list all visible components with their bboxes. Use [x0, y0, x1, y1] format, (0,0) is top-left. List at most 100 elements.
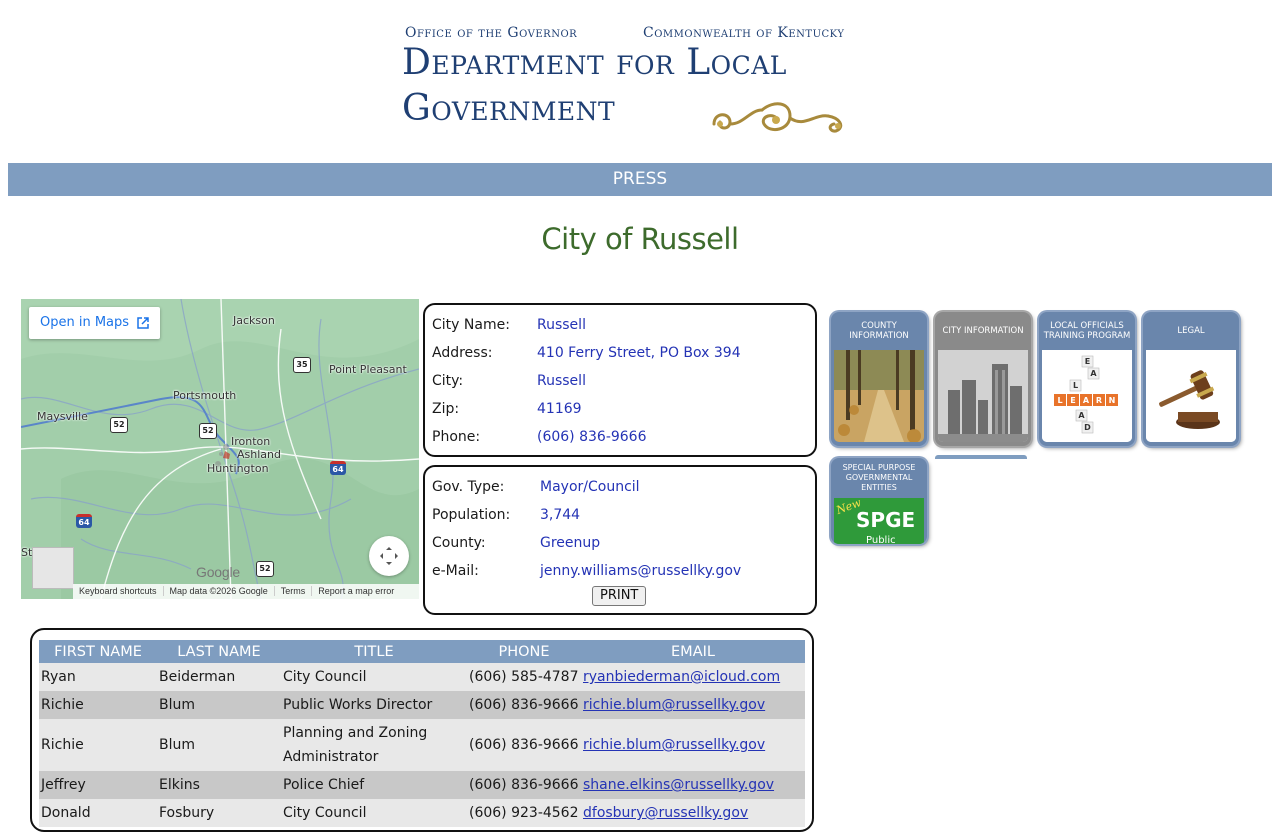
address-label: Address:: [432, 345, 493, 361]
training-program-tile[interactable]: LOCAL OFFICIALS TRAINING PROGRAM LEARN E…: [1039, 312, 1135, 446]
last-name-cell: Elkins: [157, 771, 281, 799]
header-email: EMAIL: [581, 640, 805, 663]
email-value[interactable]: jenny.williams@russellky.gov: [540, 563, 741, 579]
department-title-line2[interactable]: Government: [402, 88, 615, 129]
gov-type-value: Mayor/Council: [540, 479, 640, 495]
terms-link[interactable]: Terms: [274, 586, 313, 596]
email-link[interactable]: richie.blum@russellky.gov: [583, 737, 765, 753]
phone-cell: (606) 836-9666: [467, 691, 581, 719]
map-label-jackson: Jackson: [233, 314, 275, 327]
phone-cell: (606) 923-4562: [467, 799, 581, 827]
map-label-maysville: Maysville: [37, 410, 88, 423]
city-skyline-icon: [938, 350, 1028, 442]
last-name-cell: Beiderman: [157, 663, 281, 691]
google-map[interactable]: Open in Maps Jackson Point Pleasant Port…: [21, 299, 419, 599]
department-title-line1[interactable]: Department for Local: [402, 42, 787, 83]
spge-tile[interactable]: SPECIAL PURPOSE GOVERNMENTAL ENTITIES Ne…: [831, 458, 927, 544]
interstate-64-shield-icon: 64: [330, 461, 346, 475]
email-link[interactable]: dfosbury@russellky.gov: [583, 805, 748, 821]
table-row: Ryan Beiderman City Council (606) 585-47…: [39, 663, 805, 691]
commonwealth-text: Commonwealth of Kentucky: [643, 25, 845, 41]
map-label-ironton: Ironton: [231, 435, 271, 448]
legal-tile[interactable]: LEGAL: [1143, 312, 1239, 446]
last-name-cell: Blum: [157, 691, 281, 719]
map-camera-control[interactable]: [369, 536, 409, 576]
map-label-st: St: [21, 546, 33, 559]
map-label-point-pleasant: Point Pleasant: [329, 363, 407, 376]
page-title: City of Russell: [541, 222, 739, 256]
gov-type-label: Gov. Type:: [432, 479, 505, 495]
table-row: Richie Blum Planning and Zoning Administ…: [39, 719, 805, 771]
email-cell: richie.blum@russellky.gov: [581, 719, 805, 771]
move-arrows-icon: [380, 547, 398, 565]
city-label: City:: [432, 373, 464, 389]
title-cell: City Council: [281, 663, 467, 691]
site-header: Office of the Governor Commonwealth of K…: [402, 22, 882, 148]
main-nav-bar: PRESS: [8, 163, 1272, 196]
us-52-shield-icon: 52: [110, 417, 128, 433]
svg-text:N: N: [1109, 396, 1116, 405]
map-terrain-icon: [21, 299, 419, 599]
title-cell: Public Works Director: [281, 691, 467, 719]
flourish-ornament-icon: [712, 102, 843, 133]
email-link[interactable]: shane.elkins@russellky.gov: [583, 777, 774, 793]
email-link[interactable]: ryanbiederman@icloud.com: [583, 669, 780, 685]
svg-text:E: E: [1070, 396, 1075, 405]
autumn-path-icon: [834, 350, 924, 442]
county-row: County: Greenup: [432, 535, 600, 551]
us-52-shield-icon: 52: [256, 561, 274, 577]
zip-row: Zip: 41169: [432, 401, 582, 417]
last-name-cell: Fosbury: [157, 799, 281, 827]
city-value: Russell: [537, 373, 586, 389]
open-in-maps-link[interactable]: Open in Maps: [29, 307, 161, 339]
county-information-tile[interactable]: COUNTY INFORMATION: [831, 312, 927, 446]
phone-cell: (606) 836-9666: [467, 719, 581, 771]
svg-text:L: L: [1057, 396, 1062, 405]
map-label-portsmouth: Portsmouth: [173, 389, 237, 402]
header-first-name: FIRST NAME: [39, 640, 157, 663]
city-info-box: City Name: Russell Address: 410 Ferry St…: [423, 303, 817, 457]
phone-label: Phone:: [432, 429, 481, 445]
spge-public-text: Public: [866, 535, 896, 544]
first-name-cell: Ryan: [39, 663, 157, 691]
city-information-tile[interactable]: CITY INFORMATION: [935, 312, 1031, 446]
address-value: 410 Ferry Street, PO Box 394: [537, 345, 741, 361]
email-row: e-Mail: jenny.williams@russellky.gov: [432, 563, 741, 579]
email-cell: richie.blum@russellky.gov: [581, 691, 805, 719]
table-row: Richie Blum Public Works Director (606) …: [39, 691, 805, 719]
government-info-box: Gov. Type: Mayor/Council Population: 3,7…: [423, 465, 817, 615]
svg-text:A: A: [1083, 396, 1090, 405]
county-label: County:: [432, 535, 486, 551]
population-label: Population:: [432, 507, 511, 523]
street-view-pegman[interactable]: [32, 547, 74, 589]
county-information-tile-label: COUNTY INFORMATION: [849, 321, 909, 341]
email-link[interactable]: richie.blum@russellky.gov: [583, 697, 765, 713]
first-name-cell: Jeffrey: [39, 771, 157, 799]
header-title: TITLE: [281, 640, 467, 663]
svg-text:R: R: [1096, 396, 1102, 405]
print-button[interactable]: PRINT: [592, 586, 647, 606]
zip-label: Zip:: [432, 401, 460, 417]
map-label-huntington: Huntington: [207, 462, 269, 475]
legal-tile-label: LEGAL: [1177, 326, 1205, 336]
report-map-error-link[interactable]: Report a map error: [312, 586, 400, 596]
table-row: Jeffrey Elkins Police Chief (606) 836-96…: [39, 771, 805, 799]
keyboard-shortcuts-button[interactable]: Keyboard shortcuts: [73, 586, 164, 596]
title-cell: City Council: [281, 799, 467, 827]
svg-text:E: E: [1085, 357, 1090, 366]
city-name-value: Russell: [537, 317, 586, 333]
training-program-tile-label: LOCAL OFFICIALS TRAINING PROGRAM: [1043, 321, 1131, 341]
svg-text:A: A: [1090, 369, 1097, 378]
nav-item-press[interactable]: PRESS: [613, 163, 667, 196]
city-name-row: City Name: Russell: [432, 317, 586, 333]
gov-type-row: Gov. Type: Mayor/Council: [432, 479, 640, 495]
table-row: Donald Fosbury City Council (606) 923-45…: [39, 799, 805, 827]
first-name-cell: Richie: [39, 691, 157, 719]
city-name-label: City Name:: [432, 317, 510, 333]
phone-cell: (606) 585-4787: [467, 663, 581, 691]
spge-logo: New SPGE Public: [834, 498, 924, 544]
map-label-ashland: Ashland: [237, 448, 281, 461]
email-cell: shane.elkins@russellky.gov: [581, 771, 805, 799]
city-row: City: Russell: [432, 373, 586, 389]
us-52-shield-icon: 52: [199, 423, 217, 439]
